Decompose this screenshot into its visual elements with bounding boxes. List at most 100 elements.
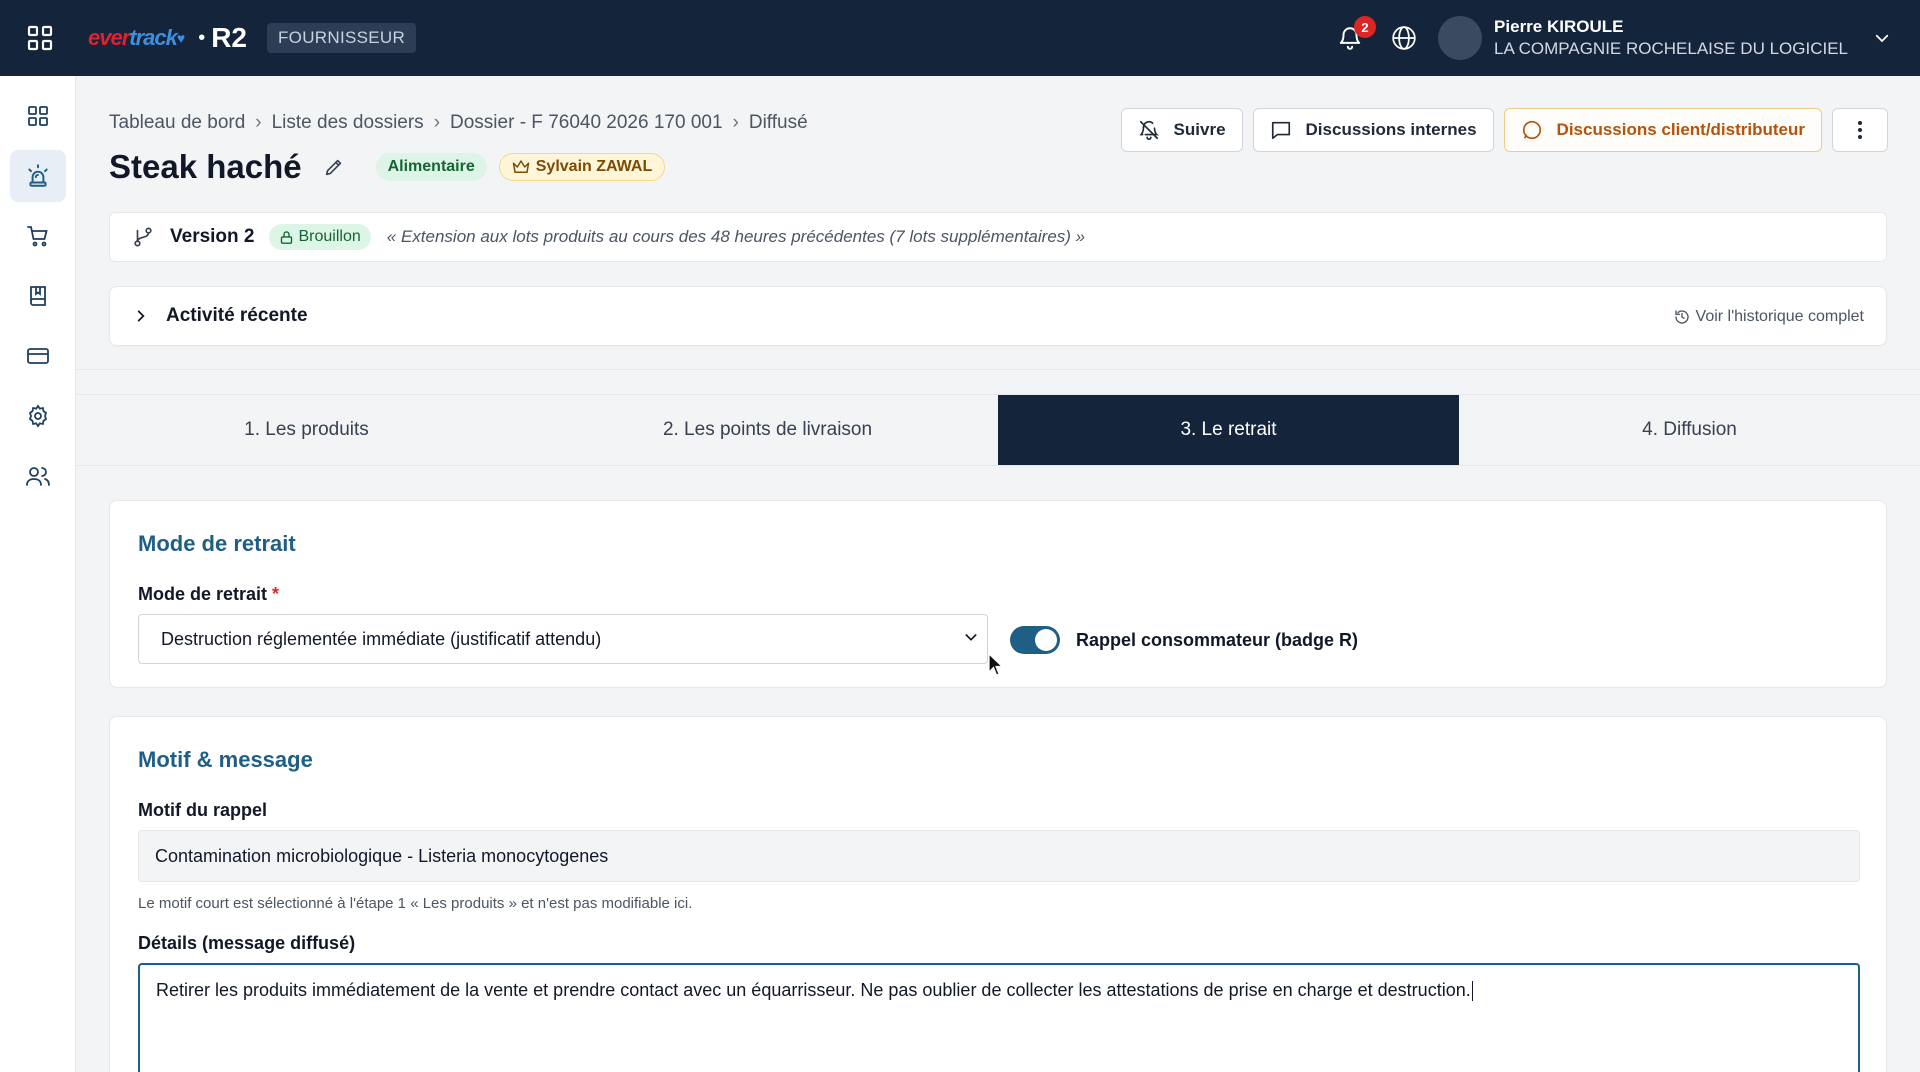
step-tabs: 1. Les produits 2. Les points de livrais… bbox=[76, 394, 1920, 466]
text-caret bbox=[1471, 981, 1473, 1002]
user-name: Pierre KIROULE bbox=[1494, 17, 1624, 36]
version-note: « Extension aux lots produits au cours d… bbox=[386, 227, 1086, 246]
client-discussions-label: Discussions client/distributeur bbox=[1556, 120, 1805, 139]
bell-off-icon bbox=[1138, 119, 1160, 141]
full-history-label: Voir l'historique complet bbox=[1695, 308, 1864, 325]
chat-bubble-icon bbox=[1521, 119, 1543, 141]
sidebar-item-settings[interactable] bbox=[10, 390, 66, 442]
follow-label: Suivre bbox=[1173, 120, 1226, 139]
details-text: Retirer les produits immédiatement de la… bbox=[156, 980, 1471, 1000]
recent-activity-title: Activité récente bbox=[166, 305, 308, 326]
siren-alert-icon bbox=[28, 164, 48, 187]
role-badge: FOURNISSEUR bbox=[267, 23, 417, 53]
more-options-button[interactable] bbox=[1832, 108, 1888, 152]
breadcrumb-current: Diffusé bbox=[748, 112, 808, 133]
page-title: Steak haché bbox=[109, 148, 302, 185]
credit-card-icon bbox=[27, 348, 49, 364]
user-organization: LA COMPAGNIE ROCHELAISE DU LOGICIEL bbox=[1494, 39, 1848, 58]
withdrawal-mode-selected: Destruction réglementée immédiate (justi… bbox=[161, 628, 602, 649]
tab-delivery-points[interactable]: 2. Les points de livraison bbox=[537, 395, 998, 465]
crown-icon bbox=[512, 160, 529, 173]
apps-grid-icon[interactable] bbox=[20, 18, 60, 58]
logo-part-1: ever bbox=[88, 25, 130, 50]
notification-count-badge: 2 bbox=[1354, 16, 1377, 38]
sidebar-item-users[interactable] bbox=[10, 450, 66, 502]
book-bookmark-icon bbox=[30, 286, 46, 306]
gear-icon bbox=[28, 404, 48, 428]
withdrawal-mode-select[interactable]: Destruction réglementée immédiate (justi… bbox=[138, 614, 988, 664]
sidebar bbox=[0, 76, 76, 1072]
toggle-knob bbox=[1035, 629, 1057, 651]
breadcrumb-file[interactable]: Dossier - F 76040 2026 170 001 bbox=[450, 112, 723, 134]
tab-products[interactable]: 1. Les produits bbox=[76, 395, 537, 465]
withdrawal-mode-label-text: Mode de retrait bbox=[138, 584, 268, 604]
follow-button[interactable]: Suivre bbox=[1120, 108, 1243, 152]
details-textarea[interactable]: Retirer les produits immédiatement de la… bbox=[138, 963, 1860, 1072]
chevron-down-icon bbox=[963, 629, 979, 650]
reason-section-title: Motif & message bbox=[138, 747, 313, 772]
section-divider bbox=[76, 369, 1920, 370]
topbar-right: 2 Pierre KIROULE LA COMPAGNIE ROCHELAISE… bbox=[1330, 0, 1920, 76]
tab-withdrawal[interactable]: 3. Le retrait bbox=[998, 395, 1459, 465]
client-discussions-button[interactable]: Discussions client/distributeur bbox=[1503, 108, 1822, 152]
history-icon bbox=[1674, 309, 1690, 325]
recall-reason-field: Contamination microbiologique - Listeria… bbox=[138, 830, 1860, 882]
details-label: Détails (message diffusé) bbox=[138, 933, 356, 953]
required-mark: * bbox=[272, 584, 280, 604]
internal-discussions-label: Discussions internes bbox=[1305, 120, 1477, 139]
logo-part-2: track bbox=[129, 25, 178, 50]
consumer-recall-label: Rappel consommateur (badge R) bbox=[1076, 630, 1359, 650]
sidebar-item-catalog[interactable] bbox=[10, 270, 66, 322]
version-bar: Version 2 Brouillon « Extension aux lots… bbox=[109, 212, 1887, 262]
product-name: R2 bbox=[211, 22, 247, 53]
breadcrumb-separator: › bbox=[255, 112, 262, 133]
edit-pencil-icon[interactable] bbox=[320, 153, 348, 181]
sidebar-item-orders[interactable] bbox=[10, 210, 66, 262]
recall-reason-hint: Le motif court est sélectionné à l'étape… bbox=[138, 895, 693, 912]
sidebar-item-alerts[interactable] bbox=[10, 150, 66, 202]
user-menu-chevron-down-icon[interactable] bbox=[1864, 18, 1900, 58]
user-avatar[interactable] bbox=[1438, 16, 1483, 60]
tab-diffusion[interactable]: 4. Diffusion bbox=[1459, 395, 1920, 465]
full-history-link[interactable]: Voir l'historique complet bbox=[1674, 287, 1864, 347]
language-globe-icon[interactable] bbox=[1384, 18, 1424, 58]
dashboard-grid-icon bbox=[28, 106, 48, 126]
title-row: Steak haché Alimentaire Sylvain ZAWAL bbox=[109, 148, 666, 186]
internal-discussions-button[interactable]: Discussions internes bbox=[1252, 108, 1494, 152]
breadcrumb-dashboard[interactable]: Tableau de bord bbox=[109, 112, 245, 134]
header-actions: Suivre Discussions internes Discussions … bbox=[1111, 108, 1888, 152]
version-label: Version 2 bbox=[170, 226, 255, 247]
user-info[interactable]: Pierre KIROULE LA COMPAGNIE ROCHELAISE D… bbox=[1494, 17, 1848, 59]
logo-heart-icon: ♥ bbox=[176, 30, 185, 46]
category-badge: Alimentaire bbox=[375, 153, 487, 181]
lock-icon bbox=[280, 230, 292, 244]
mouse-pointer-icon bbox=[988, 653, 1004, 676]
breadcrumb-separator: › bbox=[433, 112, 441, 133]
breadcrumb-separator: › bbox=[732, 112, 739, 133]
logo-dot: • bbox=[198, 26, 206, 49]
sidebar-item-billing[interactable] bbox=[10, 330, 66, 382]
cart-icon bbox=[27, 226, 48, 247]
git-branch-icon bbox=[134, 227, 152, 247]
more-vertical-icon bbox=[1858, 121, 1862, 139]
draft-status-label: Brouillon bbox=[298, 228, 361, 245]
recent-activity-panel[interactable]: Activité récente Voir l'historique compl… bbox=[109, 286, 1887, 346]
recall-reason-label: Motif du rappel bbox=[138, 800, 267, 820]
owner-badge: Sylvain ZAWAL bbox=[498, 153, 666, 181]
chat-square-icon bbox=[1270, 119, 1292, 141]
reason-message-card: Motif & message Motif du rappel Contamin… bbox=[109, 716, 1887, 1072]
top-bar: ever track ♥ • R2 FOURNISSEUR 2 Pierre KIR… bbox=[0, 0, 1920, 76]
withdrawal-mode-label: Mode de retrait * bbox=[138, 584, 279, 605]
breadcrumb: Tableau de bord › Liste des dossiers › D… bbox=[109, 112, 808, 134]
consumer-recall-toggle[interactable] bbox=[1010, 626, 1060, 654]
breadcrumb-file-list[interactable]: Liste des dossiers bbox=[272, 112, 424, 134]
main-content: Tableau de bord › Liste des dossiers › D… bbox=[76, 76, 1920, 1072]
notifications-bell-icon[interactable]: 2 bbox=[1330, 16, 1377, 58]
draft-status-badge: Brouillon bbox=[268, 224, 371, 250]
chevron-right-icon bbox=[137, 310, 145, 322]
users-icon bbox=[26, 467, 50, 486]
sidebar-item-dashboard[interactable] bbox=[10, 90, 66, 142]
owner-name: Sylvain ZAWAL bbox=[535, 158, 653, 175]
withdrawal-section-title: Mode de retrait bbox=[138, 531, 296, 556]
evertrack-logo[interactable]: ever track ♥ bbox=[88, 25, 185, 51]
